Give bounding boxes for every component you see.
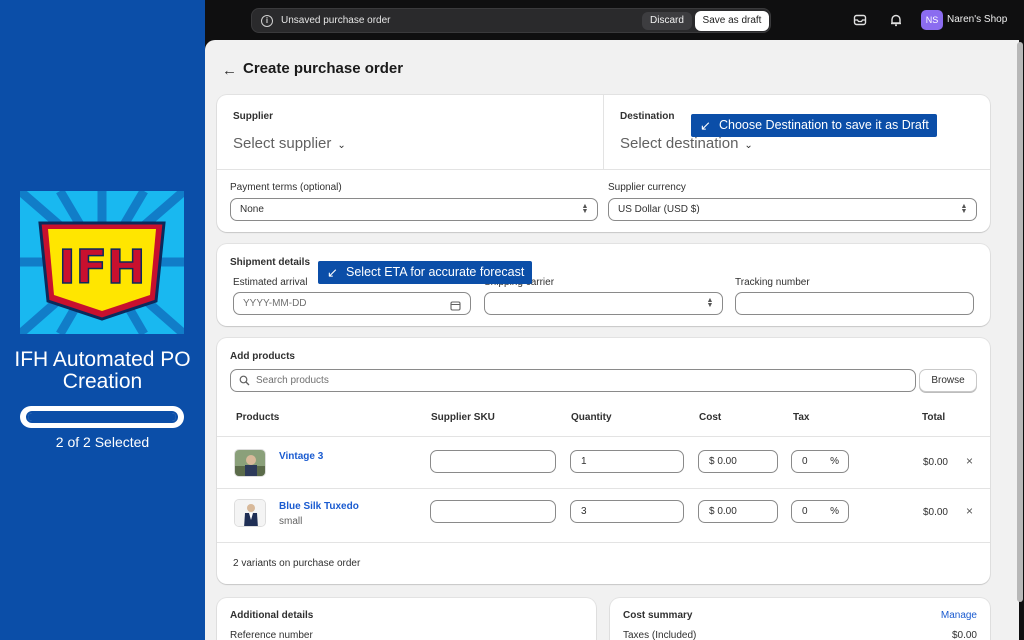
destination-select[interactable]: Select destination ⌄ (620, 135, 753, 152)
estimated-arrival-label: Estimated arrival (233, 277, 308, 288)
eta-callout: ↙ Select ETA for accurate forecast (318, 261, 533, 284)
row-total: $0.00 (922, 457, 948, 468)
col-quantity: Quantity (571, 412, 612, 423)
back-arrow-icon[interactable]: ← (222, 62, 237, 79)
selection-count: 2 of 2 Selected (55, 434, 150, 450)
remove-row-icon[interactable]: × (966, 454, 973, 468)
promo-panel: IFH IFH Automated PO Creation 2 of 2 Sel… (0, 0, 205, 640)
estimated-arrival-input[interactable]: YYYY-MM-DD (233, 292, 471, 315)
variants-count: 2 variants on purchase order (233, 558, 361, 569)
supplier-label: Supplier (233, 111, 274, 122)
cost-input[interactable]: $ 0.00 (698, 500, 778, 523)
chevron-down-icon: ⌄ (744, 140, 753, 151)
chevron-down-icon: ⌄ (337, 140, 346, 151)
supplier-select[interactable]: Select supplier ⌄ (233, 135, 346, 152)
logo-text: IFH (58, 240, 145, 294)
tax-input[interactable]: 0 % (791, 450, 849, 473)
shipment-card: Shipment details Estimated arrival YYYY-… (217, 244, 990, 326)
shop-name[interactable]: Naren's Shop (947, 14, 1007, 25)
products-card: Add products Search products Browse Prod… (217, 338, 990, 584)
cost-input[interactable]: $ 0.00 (698, 450, 778, 473)
supplier-currency-select[interactable]: US Dollar (USD $) ▲ ▼ (608, 198, 977, 221)
tracking-number-label: Tracking number (735, 277, 810, 288)
page-title: Create purchase order (243, 60, 404, 77)
col-tax: Tax (793, 412, 810, 423)
col-cost: Cost (699, 412, 722, 423)
app-name: IFH Automated PO Creation (14, 348, 191, 393)
row-total: $0.00 (922, 507, 948, 518)
payment-terms-select[interactable]: None ▲ ▼ (230, 198, 598, 221)
unsaved-changes-bar: i Unsaved purchase order Discard Save as… (251, 8, 771, 33)
destination-callout: ↙ Choose Destination to save it as Draft (691, 114, 937, 137)
remove-row-icon[interactable]: × (966, 504, 973, 518)
tax-input[interactable]: 0 % (791, 500, 849, 523)
payment-terms-label: Payment terms (optional) (230, 182, 342, 193)
product-name[interactable]: Blue Silk Tuxedo (279, 501, 359, 512)
browse-button[interactable]: Browse (919, 369, 977, 392)
additional-details-title: Additional details (230, 610, 314, 621)
cost-summary-title: Cost summary (623, 610, 693, 621)
search-products-input[interactable]: Search products (230, 369, 916, 392)
tracking-number-input[interactable] (735, 292, 974, 315)
add-products-title: Add products (230, 351, 295, 362)
taxes-value: $0.00 (951, 630, 977, 640)
supplier-currency-label: Supplier currency (608, 182, 686, 193)
search-icon (239, 370, 250, 391)
product-variant: small (279, 516, 303, 527)
select-arrows-icon: ▲ ▼ (581, 203, 589, 215)
top-bar: i Unsaved purchase order Discard Save as… (205, 0, 1024, 40)
product-name[interactable]: Vintage 3 (279, 451, 323, 462)
bell-icon[interactable] (889, 13, 903, 27)
arrow-down-left-icon: ↙ (700, 118, 711, 133)
arrow-down-left-icon: ↙ (327, 265, 338, 280)
select-arrows-icon: ▲ ▼ (960, 203, 968, 215)
cost-summary-card: Cost summary Manage Taxes (Included) $0.… (610, 598, 990, 640)
manage-link[interactable]: Manage (941, 610, 977, 621)
info-icon: i (261, 15, 273, 27)
quantity-input[interactable]: 3 (570, 500, 684, 523)
destination-label: Destination (620, 111, 675, 122)
inbox-icon[interactable] (853, 13, 867, 27)
shipment-details-title: Shipment details (230, 257, 311, 268)
reference-number-label: Reference number (230, 630, 313, 640)
scrollbar[interactable] (1017, 42, 1023, 602)
shipping-carrier-select[interactable]: ▲ ▼ (484, 292, 723, 315)
supplier-sku-input[interactable] (430, 450, 556, 473)
quantity-input[interactable]: 1 (570, 450, 684, 473)
save-as-draft-button[interactable]: Save as draft (695, 11, 769, 31)
col-products: Products (236, 412, 280, 423)
product-thumbnail (234, 449, 266, 477)
col-supplier-sku: Supplier SKU (431, 412, 495, 423)
taxes-label: Taxes (Included) (623, 630, 697, 640)
select-arrows-icon: ▲ ▼ (706, 297, 714, 309)
col-total: Total (922, 412, 946, 423)
unsaved-message: Unsaved purchase order (281, 15, 391, 26)
additional-details-card: Additional details Reference number (217, 598, 596, 640)
calendar-icon (450, 298, 461, 319)
product-thumbnail (234, 499, 266, 527)
main-content: ← Create purchase order Supplier Select … (205, 40, 1019, 640)
ifh-logo: IFH (20, 191, 184, 334)
supplier-sku-input[interactable] (430, 500, 556, 523)
avatar[interactable]: NS (921, 10, 943, 30)
selection-progress-bar (20, 406, 184, 428)
discard-button[interactable]: Discard (642, 12, 692, 30)
